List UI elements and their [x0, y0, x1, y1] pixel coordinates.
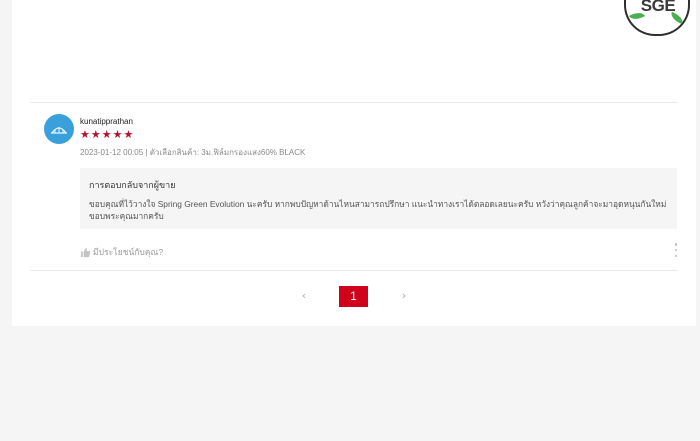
- default-avatar-icon: [51, 127, 67, 134]
- pagination-prev-button[interactable]: ‹: [297, 289, 311, 303]
- seller-reply-text: ขอบคุณที่ไว้วางใจ Spring Green Evolution…: [89, 199, 667, 221]
- reviewer-username[interactable]: kunatipprathan: [80, 117, 133, 126]
- helpful-button[interactable]: มีประโยชน์กับคุณ?: [80, 245, 163, 259]
- seller-reply-title: การตอบกลับจากผู้ขาย: [89, 180, 176, 190]
- reviews-panel: [12, 0, 696, 326]
- thumbs-up-icon: [80, 247, 91, 257]
- avatar[interactable]: [44, 114, 74, 144]
- divider: [30, 102, 678, 103]
- more-options-icon[interactable]: [672, 243, 680, 257]
- helpful-label: มีประโยชน์กับคุณ?: [93, 247, 164, 257]
- divider: [30, 270, 678, 271]
- logo-text: SGE: [640, 0, 676, 15]
- review-meta: 2023-01-12 00:05 | ตัวเลือกสินค้า: 3ม.ฟิ…: [80, 148, 306, 157]
- seller-reply: การตอบกลับจากผู้ขาย ขอบคุณที่ไว้วางใจ Sp…: [80, 168, 677, 229]
- rating-stars: ★★★★★: [80, 128, 135, 141]
- pagination-next-button[interactable]: ›: [397, 289, 411, 303]
- pagination-page-current[interactable]: 1: [339, 286, 368, 307]
